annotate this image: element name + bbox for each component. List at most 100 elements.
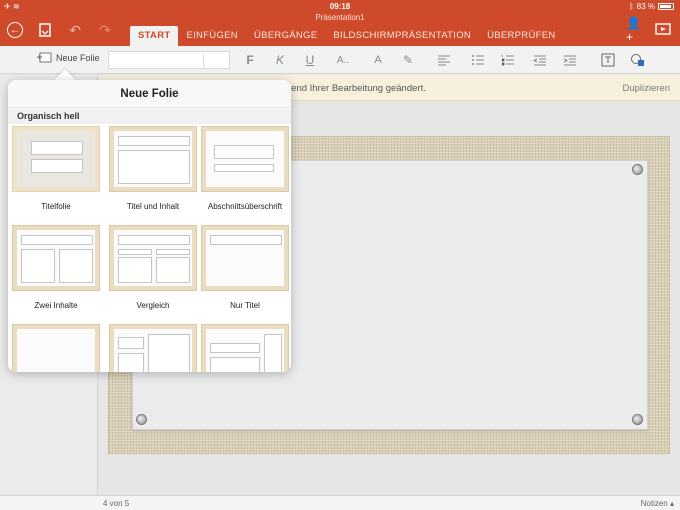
notes-button[interactable]: Notizen ▴	[641, 499, 674, 508]
placeholder-box	[118, 235, 190, 245]
font-size-button[interactable]: A..	[332, 52, 354, 68]
align-left-button[interactable]	[436, 52, 452, 68]
layout-paper	[17, 230, 95, 286]
layout-paper	[17, 131, 95, 187]
layout-title-only[interactable]: Nur Titel	[201, 225, 289, 310]
tab-start[interactable]: START	[130, 26, 179, 46]
numbered-list-icon	[501, 55, 514, 66]
status-footer: 4 von 5 Notizen ▴	[0, 495, 680, 510]
layout-paper	[114, 329, 192, 372]
layout-paper	[206, 131, 284, 187]
layout-paper	[206, 329, 284, 372]
layout-paper	[17, 329, 95, 372]
new-slide-button[interactable]: Neue Folie	[36, 52, 100, 64]
layout-content-caption[interactable]	[109, 324, 197, 372]
placeholder-box	[118, 249, 152, 255]
font-name-field[interactable]	[108, 51, 230, 69]
duplicate-button[interactable]: Duplizieren	[622, 83, 670, 94]
outdent-icon	[533, 55, 546, 66]
file-button[interactable]	[36, 21, 54, 39]
placeholder-box	[210, 235, 282, 245]
layout-thumbnail	[12, 324, 100, 372]
back-arrow-icon: ←	[7, 22, 23, 38]
placeholder-box	[118, 337, 144, 349]
theme-section-header: Organisch hell	[8, 109, 291, 124]
new-slide-popover: Neue Folie Organisch hell Titelfolie Tit…	[8, 80, 291, 372]
shapes-button[interactable]	[630, 52, 646, 68]
new-slide-label: Neue Folie	[56, 53, 100, 63]
italic-button[interactable]: K	[272, 52, 288, 68]
app-header: ✈ ︎≋ 09:18 ᛒ 83 % Präsentation1 ← ↶ ↷ ST…	[0, 0, 680, 46]
layout-two-content[interactable]: Zwei Inhalte	[12, 225, 100, 310]
layout-title-slide[interactable]: Titelfolie	[12, 126, 100, 211]
placeholder-box	[118, 257, 152, 283]
bold-button[interactable]: F	[242, 52, 258, 68]
present-button[interactable]	[654, 21, 672, 39]
placeholder-box	[118, 136, 190, 146]
layout-vertical-title[interactable]	[201, 324, 289, 372]
layout-paper	[114, 131, 192, 187]
notes-label: Notizen	[640, 499, 668, 508]
placeholder-box	[148, 334, 190, 372]
battery-percent: 83 %	[636, 2, 655, 11]
tab-review[interactable]: ÜBERPRÜFEN	[479, 26, 563, 46]
numbered-list-button[interactable]	[500, 52, 516, 68]
indent-icon	[563, 55, 576, 66]
placeholder-box	[31, 159, 83, 173]
undo-button[interactable]: ↶	[66, 21, 84, 39]
tab-transitions[interactable]: ÜBERGÄNGE	[246, 26, 325, 46]
slide-count: 4 von 5	[103, 499, 130, 508]
placeholder-box	[59, 249, 93, 283]
highlight-button[interactable]: ✎	[400, 52, 416, 68]
layout-comparison[interactable]: Vergleich	[109, 225, 197, 310]
layout-thumbnail	[201, 126, 289, 192]
layout-label: Vergleich	[136, 301, 170, 310]
layout-title-content[interactable]: Titel und Inhalt	[109, 126, 197, 211]
new-slide-icon	[37, 52, 52, 63]
layout-label: Nur Titel	[230, 301, 260, 310]
placeholder-box	[210, 343, 260, 353]
status-bar: ✈ ︎≋ 09:18 ᛒ 83 %	[0, 0, 680, 12]
bullet-list-icon	[472, 55, 484, 65]
indent-button[interactable]	[562, 52, 578, 68]
text-box-button[interactable]	[600, 52, 616, 68]
tab-insert[interactable]: EINFÜGEN	[178, 26, 246, 46]
popover-title: Neue Folie	[8, 80, 291, 108]
file-icon	[39, 23, 51, 37]
underline-button[interactable]: U	[302, 52, 318, 68]
layout-thumbnail	[109, 324, 197, 372]
layout-thumbnail	[201, 225, 289, 291]
shapes-icon	[631, 54, 644, 66]
layout-paper	[114, 230, 192, 286]
layout-paper	[206, 230, 284, 286]
placeholder-box	[31, 141, 83, 155]
ribbon-tabs: START EINFÜGEN ÜBERGÄNGE BILDSCHIRMPRÄSE…	[130, 24, 564, 46]
placeholder-box	[118, 150, 190, 184]
status-time: 09:18	[329, 2, 351, 11]
redo-button[interactable]: ↷	[96, 21, 114, 39]
rivet-icon	[632, 164, 643, 175]
tab-slideshow[interactable]: BILDSCHIRMPRÄSENTATION	[325, 26, 479, 46]
layout-label: Zwei Inhalte	[34, 301, 78, 310]
info-message: rend Ihrer Bearbeitung geändert.	[288, 83, 426, 94]
text-box-icon	[601, 53, 615, 67]
undo-icon: ↶	[69, 21, 81, 38]
placeholder-box	[210, 357, 260, 372]
highlighter-icon: ✎	[402, 53, 414, 67]
status-right: ᛒ 83 %	[629, 2, 674, 11]
placeholder-box	[264, 334, 282, 372]
bluetooth-icon: ᛒ	[628, 2, 634, 11]
placeholder-box	[214, 145, 274, 159]
present-icon	[655, 23, 671, 35]
chevron-up-icon: ▴	[669, 499, 674, 508]
font-color-button[interactable]: A	[370, 52, 386, 68]
placeholder-box	[21, 235, 93, 245]
layout-section-header[interactable]: Abschnittsüberschrift	[201, 126, 289, 211]
placeholder-box	[21, 249, 55, 283]
share-button[interactable]: 👤+	[626, 16, 644, 44]
outdent-button[interactable]	[532, 52, 548, 68]
layout-blank[interactable]	[12, 324, 100, 372]
back-button[interactable]: ←	[6, 21, 24, 39]
toolbar: Neue Folie F K U A.. A ✎	[0, 46, 680, 74]
bullet-list-button[interactable]	[470, 52, 486, 68]
